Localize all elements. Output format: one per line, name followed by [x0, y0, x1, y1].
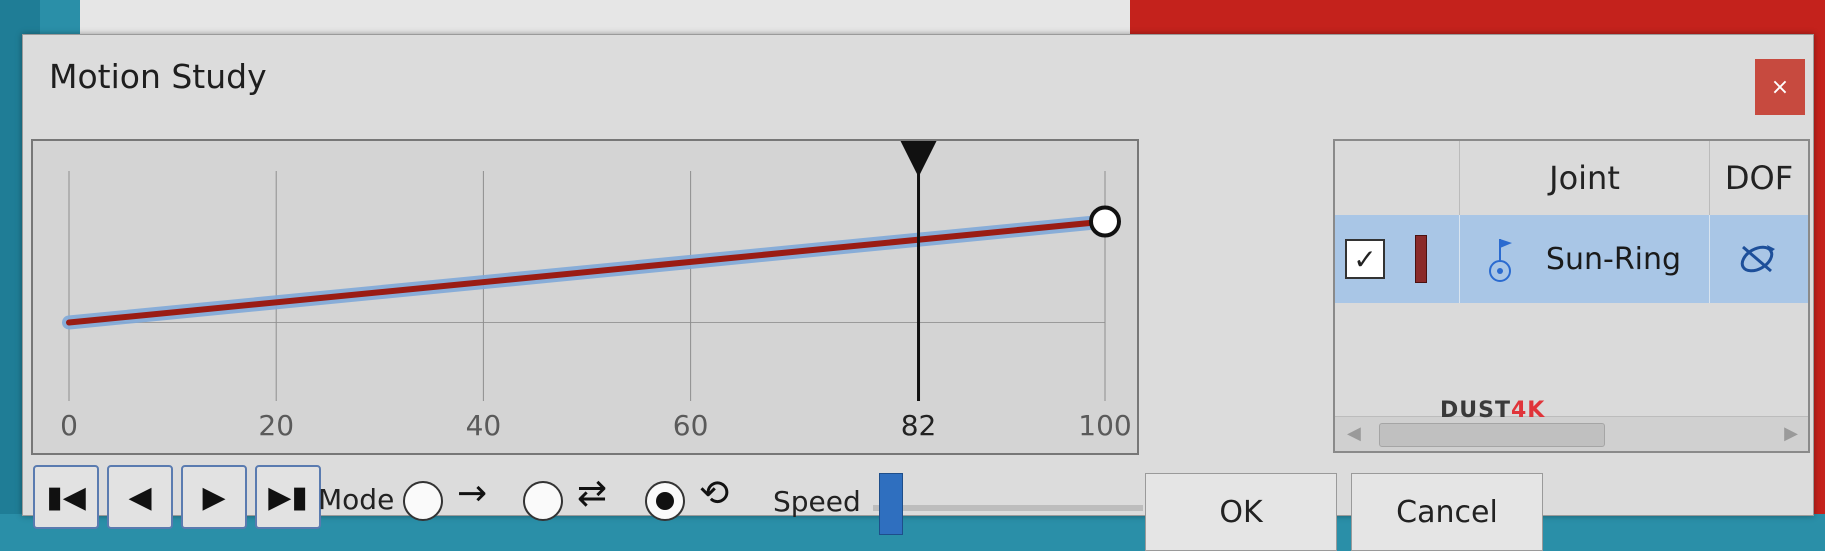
dof-rotation-icon: [1740, 245, 1775, 273]
close-button[interactable]: ×: [1755, 59, 1805, 115]
step-forward-button[interactable]: ▶: [181, 465, 247, 529]
horizontal-scrollbar[interactable]: ◀ ▶: [1335, 416, 1808, 451]
speed-label: Speed: [773, 485, 861, 518]
keyframe-marker[interactable]: [1089, 205, 1121, 238]
go-to-start-button[interactable]: ▮◀: [33, 465, 99, 529]
joint-name: Sun-Ring: [1545, 241, 1682, 277]
timeline-svg[interactable]: 0 20 40 60 82 100: [33, 141, 1137, 453]
dof-cell: [1710, 215, 1808, 303]
speed-slider-thumb[interactable]: [879, 473, 903, 535]
mode-once-radio[interactable]: [403, 481, 443, 521]
mode-reciprocate-radio[interactable]: [523, 481, 563, 521]
joint-pin-icon: [1488, 239, 1512, 282]
mode-once-icon: →: [457, 473, 488, 514]
color-swatch[interactable]: [1415, 235, 1427, 283]
enabled-cell: ✓: [1335, 215, 1460, 303]
scrollbar-thumb[interactable]: [1379, 423, 1605, 447]
joints-table: Joint DOF ✓ Sun-Ring ◀ ▶: [1333, 139, 1810, 453]
dialog-title: Motion Study: [49, 57, 267, 96]
column-header-dof[interactable]: DOF: [1710, 141, 1808, 215]
go-to-end-button[interactable]: ▶▮: [255, 465, 321, 529]
mode-label: Mode: [318, 483, 395, 516]
motion-timeline-chart[interactable]: 0 20 40 60 82 100: [31, 139, 1139, 455]
column-header-enabled[interactable]: [1335, 141, 1460, 215]
background-desktop-top-red: [1130, 0, 1825, 36]
scroll-left-icon[interactable]: ◀: [1347, 423, 1361, 444]
speed-slider[interactable]: [873, 505, 1143, 511]
x-tick-label-82: 82: [901, 409, 937, 442]
enabled-checkbox[interactable]: ✓: [1345, 239, 1385, 279]
playhead-marker[interactable]: [900, 141, 937, 177]
watermark-logo: DUST4K: [1440, 398, 1546, 423]
cancel-button[interactable]: Cancel: [1351, 473, 1543, 551]
background-desktop-top: [80, 0, 1130, 36]
x-tick-label-60: 60: [673, 409, 709, 442]
mode-loop-icon: ⟲: [699, 473, 730, 514]
scroll-right-icon[interactable]: ▶: [1784, 423, 1798, 444]
motion-study-dialog: Motion Study × 0 20 40 60 82 100 Joint DOF ✓ …: [22, 34, 1814, 551]
x-tick-label-20: 20: [258, 409, 294, 442]
mode-loop-radio[interactable]: [645, 481, 685, 521]
table-row[interactable]: ✓ Sun-Ring: [1335, 215, 1808, 303]
x-tick-label-100: 100: [1078, 409, 1131, 442]
series-line[interactable]: [66, 218, 1108, 326]
step-back-button[interactable]: ◀: [107, 465, 173, 529]
x-tick-label-40: 40: [466, 409, 502, 442]
ok-button[interactable]: OK: [1145, 473, 1337, 551]
joint-cell: Sun-Ring: [1460, 215, 1710, 303]
mode-reciprocate-icon: ⇄: [577, 473, 608, 514]
x-tick-label-0: 0: [60, 409, 78, 442]
column-header-joint[interactable]: Joint: [1460, 141, 1710, 215]
